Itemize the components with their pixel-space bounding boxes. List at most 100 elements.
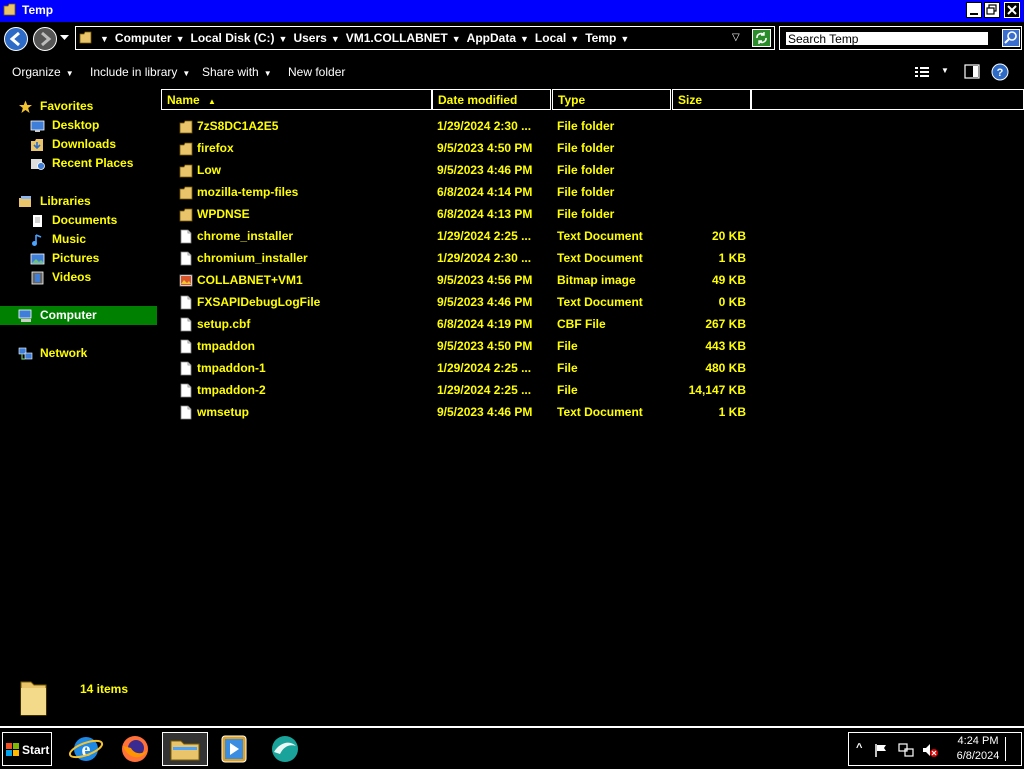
file-name: FXSAPIDebugLogFile [197, 295, 321, 309]
file-size: 267 KB [705, 317, 746, 331]
document-icon [180, 361, 192, 376]
file-row[interactable]: Low 9/5/2023 4:46 PM File folder [170, 161, 770, 183]
taskbar-media-player[interactable] [214, 732, 254, 766]
file-row[interactable]: setup.cbf 6/8/2024 4:19 PM CBF File 267 KB [170, 315, 770, 337]
help-icon[interactable]: ? [991, 63, 1009, 81]
column-header-name[interactable]: Name ▲ [161, 89, 432, 110]
breadcrumb-local-disk[interactable]: Local Disk (C:) [191, 31, 275, 45]
chevron-down-icon[interactable]: ▼ [570, 34, 579, 44]
file-row[interactable]: chromium_installer 1/29/2024 2:30 ... Text… [170, 249, 770, 271]
nav-label: Network [40, 346, 88, 360]
taskbar-internet-explorer[interactable]: e [66, 732, 106, 766]
breadcrumb-user[interactable]: VM1.COLLABNET [346, 31, 448, 45]
file-name: firefox [197, 141, 234, 155]
file-name: COLLABNET+VM1 [197, 273, 303, 287]
back-button[interactable] [4, 27, 28, 51]
file-row[interactable]: firefox 9/5/2023 4:50 PM File folder [170, 139, 770, 161]
organize-label: Organize [12, 65, 61, 79]
file-row[interactable]: WPDNSE 6/8/2024 4:13 PM File folder [170, 205, 770, 227]
chevron-down-icon[interactable]: ▼ [520, 34, 529, 44]
file-type: Bitmap image [557, 273, 636, 287]
system-tray: ^ 4:24 PM 6/8/2024 [848, 732, 1022, 766]
file-row[interactable]: wmsetup 9/5/2023 4:46 PM Text Document 1 KB [170, 403, 770, 425]
breadcrumb-computer[interactable]: Computer [115, 31, 172, 45]
file-date-modified: 1/29/2024 2:25 ... [437, 361, 532, 375]
folder-icon [179, 142, 193, 156]
file-size: 480 KB [705, 361, 746, 375]
include-in-library-button[interactable]: Include in library ▼ [90, 65, 190, 79]
file-type: CBF File [557, 317, 606, 331]
media-player-icon [221, 735, 247, 763]
address-history-dropdown[interactable]: ▽ [732, 32, 740, 43]
file-name: chrome_installer [197, 229, 294, 243]
svg-text:?: ? [997, 67, 1004, 79]
music-icon [32, 234, 42, 246]
nav-label: Computer [40, 308, 97, 322]
file-row[interactable]: tmpaddon-1 1/29/2024 2:25 ... File 480 KB [170, 359, 770, 381]
file-row[interactable]: mozilla-temp-files 6/8/2024 4:14 PM File f… [170, 183, 770, 205]
file-size: 14,147 KB [688, 383, 746, 397]
file-date-modified: 6/8/2024 4:19 PM [437, 317, 533, 331]
nav-label: Downloads [52, 137, 117, 151]
file-name: mozilla-temp-files [197, 185, 299, 199]
close-button[interactable] [1004, 2, 1020, 18]
preview-pane-icon[interactable] [964, 64, 980, 79]
chevron-down-icon[interactable]: ▼ [620, 34, 629, 44]
refresh-icon [756, 32, 767, 44]
chevron-down-icon[interactable]: ▼ [279, 34, 288, 44]
file-size: 443 KB [705, 339, 746, 353]
restore-button[interactable] [984, 2, 1000, 18]
forward-button[interactable] [33, 27, 57, 51]
organize-button[interactable]: Organize ▼ [12, 65, 74, 79]
show-hidden-icons-button[interactable]: ^ [856, 742, 862, 754]
view-options-icon[interactable] [914, 65, 930, 79]
file-type: File [557, 383, 578, 397]
column-header-size[interactable]: Size [672, 89, 751, 110]
chevron-down-icon[interactable]: ▼ [100, 34, 109, 44]
file-row[interactable]: COLLABNET+VM1 9/5/2023 4:56 PM Bitmap imag… [170, 271, 770, 293]
search-input[interactable] [785, 31, 989, 46]
taskbar-windows-explorer[interactable] [162, 732, 208, 766]
breadcrumb-local[interactable]: Local [535, 31, 566, 45]
file-date-modified: 1/29/2024 2:25 ... [437, 383, 532, 397]
view-dropdown[interactable]: ▼ [941, 66, 949, 75]
nav-label: Documents [52, 213, 118, 227]
breadcrumb-temp[interactable]: Temp [585, 31, 616, 45]
file-row[interactable]: FXSAPIDebugLogFile 9/5/2023 4:46 PM Text D… [170, 293, 770, 315]
refresh-button[interactable] [752, 29, 771, 47]
network-tray-icon[interactable] [897, 742, 915, 758]
clock-time[interactable]: 4:24 PM [953, 735, 1003, 747]
breadcrumb-users[interactable]: Users [293, 31, 326, 45]
start-button[interactable]: Start [2, 732, 52, 766]
chevron-down-icon: ▼ [182, 69, 191, 78]
file-name: wmsetup [197, 405, 250, 419]
new-folder-button[interactable]: New folder [288, 65, 345, 79]
show-desktop-button[interactable] [1005, 737, 1020, 761]
chevron-down-icon[interactable]: ▼ [452, 34, 461, 44]
file-row[interactable]: tmpaddon 9/5/2023 4:50 PM File 443 KB [170, 337, 770, 359]
action-center-flag-icon[interactable] [873, 742, 889, 758]
column-header-type[interactable]: Type [552, 89, 671, 110]
search-icon [1004, 31, 1017, 44]
folder-icon [20, 681, 47, 716]
share-with-button[interactable]: Share with ▼ [202, 65, 272, 79]
minimize-button[interactable] [966, 2, 982, 18]
bitmap-icon [179, 274, 193, 287]
breadcrumb-appdata[interactable]: AppData [467, 31, 516, 45]
search-button[interactable] [1002, 29, 1020, 47]
volume-muted-icon[interactable] [921, 742, 939, 758]
taskbar-firefox[interactable] [115, 732, 155, 766]
chevron-down-icon[interactable]: ▼ [176, 34, 185, 44]
file-row[interactable]: tmpaddon-2 1/29/2024 2:25 ... File 14,147 K… [170, 381, 770, 403]
column-header-date-modified[interactable]: Date modified [432, 89, 551, 110]
taskbar-remote-app[interactable] [265, 732, 305, 766]
recent-pages-dropdown[interactable] [60, 35, 69, 41]
chevron-down-icon[interactable]: ▼ [331, 34, 340, 44]
address-bar[interactable]: ▼ Computer ▼ Local Disk (C:) ▼ Users ▼ VM1.COLL… [75, 26, 775, 50]
clock-date[interactable]: 6/8/2024 [953, 750, 1003, 762]
file-date-modified: 9/5/2023 4:50 PM [437, 141, 533, 155]
file-name: tmpaddon-1 [197, 361, 266, 375]
file-row[interactable]: 7zS8DC1A2E5 1/29/2024 2:30 ... File folder [170, 117, 770, 139]
file-row[interactable]: chrome_installer 1/29/2024 2:25 ... Text D… [170, 227, 770, 249]
file-size: 0 KB [718, 295, 746, 309]
